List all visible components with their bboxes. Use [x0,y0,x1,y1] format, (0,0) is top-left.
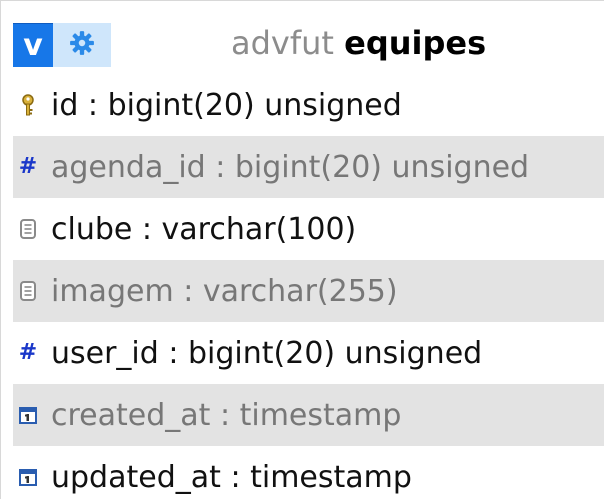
column-row-imagem[interactable]: imagem : varchar(255) [13,260,604,322]
column-name: clube [51,211,133,247]
column-row-clube[interactable]: clube : varchar(100) [13,198,604,260]
calendar-icon [15,402,41,428]
column-type: varchar(255) [202,273,398,309]
column-name: updated_at [51,459,221,495]
column-separator: : [220,459,251,495]
table-title: advfut equipes [231,21,486,65]
table-card[interactable]: v advfut equipes id: bigint(20) unsigne… [0,0,604,499]
column-name: imagem [51,273,174,309]
options-button[interactable] [53,23,111,67]
column-type: bigint(20) unsigned [234,149,530,185]
column-name: id [51,87,79,123]
toggle-button[interactable]: v [13,23,53,67]
column-type: bigint(20) unsigned [107,87,402,123]
column-separator: : [132,211,162,247]
column-separator: : [210,397,240,433]
calendar-icon [15,464,41,490]
hash-icon: # [18,154,38,179]
column-row-user-id[interactable]: # user_id : bigint(20) unsigned [13,322,604,384]
column-separator: : [205,149,235,185]
table-header[interactable]: v advfut equipes [1,1,604,74]
table-name: equipes [344,24,487,62]
gear-icon [69,30,95,60]
column-separator: : [78,87,108,123]
key-icon [15,92,41,118]
column-type: bigint(20) unsigned [188,335,483,371]
column-type: varchar(100) [161,211,357,247]
column-row-updated-at[interactable]: updated_at : timestamp [13,446,604,499]
db-name: advfut [231,24,334,62]
column-name: created_at [51,397,211,433]
text-field-icon [15,278,41,304]
column-name: user_id [51,335,159,371]
column-row-id[interactable]: id : bigint(20) unsigned [13,74,604,136]
text-field-icon [15,216,41,242]
column-type: timestamp [239,397,402,433]
column-type: timestamp [250,459,412,495]
column-separator: : [158,335,188,371]
column-separator: : [173,273,203,309]
column-row-created-at[interactable]: created_at : timestamp [13,384,604,446]
column-name: agenda_id [51,149,206,185]
column-row-agenda-id[interactable]: # agenda_id : bigint(20) unsigned [13,136,604,198]
hash-icon: # [18,340,38,365]
